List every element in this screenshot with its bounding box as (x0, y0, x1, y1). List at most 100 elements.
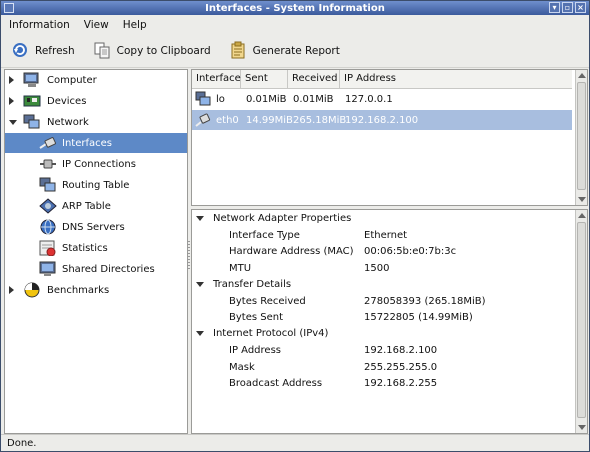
scroll-up-arrow-icon[interactable] (578, 213, 586, 218)
category-tree: Computer Devices Network Interfaces IP C… (4, 69, 188, 434)
expand-arrow-icon[interactable] (9, 286, 14, 294)
property-key: Bytes Sent (229, 312, 283, 323)
section-title: Network Adapter Properties (213, 213, 352, 224)
network-interface-icon (195, 91, 211, 110)
property-value: 15722805 (14.99MiB) (364, 312, 473, 323)
scrollbar-thumb[interactable] (577, 82, 586, 190)
tree-item-computer[interactable]: Computer (5, 70, 187, 90)
ethernet-interface-icon (195, 112, 211, 131)
tree-item-dns-servers[interactable]: DNS Servers (5, 217, 187, 237)
scrollbar-thumb[interactable] (577, 222, 586, 418)
close-button[interactable]: × (575, 2, 586, 13)
statistics-icon (39, 240, 57, 257)
cell-sent: 0.01MiB (246, 93, 287, 105)
window-menu-icon[interactable] (4, 3, 14, 13)
scroll-down-arrow-icon[interactable] (578, 197, 586, 202)
tree-item-label: DNS Servers (62, 221, 125, 233)
cell-sent: 14.99MiB (246, 114, 293, 126)
tree-item-network[interactable]: Network (5, 112, 187, 132)
devices-icon (23, 93, 41, 109)
computer-icon (23, 72, 41, 88)
copy-icon (93, 41, 111, 62)
tree-item-arp-table[interactable]: ARP Table (5, 196, 187, 216)
tree-item-label: IP Connections (62, 158, 136, 170)
section-collapse-icon[interactable] (196, 216, 204, 221)
tree-item-label: Computer (47, 74, 97, 86)
app-window: Interfaces - System Information ▾ ▫ × In… (0, 0, 590, 452)
column-header-sent[interactable]: Sent (241, 70, 288, 88)
scroll-down-arrow-icon[interactable] (578, 425, 586, 430)
menu-help[interactable]: Help (115, 19, 153, 31)
details-scrollbar[interactable] (575, 210, 587, 433)
property-key: IP Address (229, 345, 281, 356)
tree-item-label: Shared Directories (62, 263, 155, 275)
tree-item-label: Benchmarks (47, 284, 110, 296)
section-title: Internet Protocol (IPv4) (213, 328, 329, 339)
property-key: Bytes Received (229, 296, 306, 307)
cell-interface: lo (216, 93, 225, 105)
pane-resize-handle[interactable] (187, 241, 190, 271)
copy-to-clipboard-button[interactable]: Copy to Clipboard (83, 41, 219, 62)
generate-report-button[interactable]: Generate Report (219, 41, 348, 62)
shared-dirs-icon (39, 261, 57, 277)
cell-received: 265.18MiB (293, 114, 347, 126)
tree-item-devices[interactable]: Devices (5, 91, 187, 111)
property-key: MTU (229, 263, 252, 274)
tree-item-routing-table[interactable]: Routing Table (5, 175, 187, 195)
property-value: 278058393 (265.18MiB) (364, 296, 486, 307)
property-key: Broadcast Address (229, 378, 323, 389)
arp-icon (39, 198, 57, 214)
status-bar: Done. (1, 434, 589, 451)
menu-bar: Information View Help (1, 16, 589, 34)
column-header-interface[interactable]: Interface (192, 70, 241, 88)
tree-item-statistics[interactable]: Statistics (5, 238, 187, 258)
column-header-received[interactable]: Received (288, 70, 340, 88)
toolbar: Refresh Copy to Clipboard Generate Repor… (1, 35, 589, 68)
table-row[interactable]: lo 0.01MiB 0.01MiB 127.0.0.1 (192, 89, 572, 109)
refresh-button[interactable]: Refresh (1, 41, 83, 62)
connections-icon (39, 156, 57, 172)
title-bar[interactable]: Interfaces - System Information ▾ ▫ × (1, 1, 589, 15)
tree-item-shared-directories[interactable]: Shared Directories (5, 259, 187, 279)
network-icon (23, 114, 41, 130)
property-key: Interface Type (229, 230, 300, 241)
expand-arrow-icon[interactable] (9, 97, 14, 105)
property-value: 255.255.255.0 (364, 362, 438, 373)
section-collapse-icon[interactable] (196, 331, 204, 336)
tree-item-label: Interfaces (62, 137, 112, 149)
benchmarks-icon (23, 282, 41, 298)
cell-ip-address: 127.0.0.1 (345, 93, 393, 105)
tree-item-label: Routing Table (62, 179, 130, 191)
cell-ip-address: 192.168.2.100 (345, 114, 419, 126)
refresh-label: Refresh (35, 45, 75, 57)
property-value: Ethernet (364, 230, 408, 241)
report-label: Generate Report (252, 45, 340, 57)
table-row[interactable]: eth0 14.99MiB 265.18MiB 192.168.2.100 (192, 110, 572, 130)
column-header-ip-address[interactable]: IP Address (340, 70, 572, 88)
scroll-up-arrow-icon[interactable] (578, 73, 586, 78)
minimize-button[interactable]: ▾ (549, 2, 560, 13)
routing-icon (39, 177, 57, 193)
tree-item-benchmarks[interactable]: Benchmarks (5, 280, 187, 300)
section-collapse-icon[interactable] (196, 282, 204, 287)
menu-information[interactable]: Information (1, 19, 76, 31)
details-pane: Network Adapter Properties Interface Typ… (191, 209, 588, 434)
dns-icon (39, 219, 57, 235)
property-value: 00:06:5b:e0:7b:3c (364, 246, 457, 257)
collapse-arrow-icon[interactable] (9, 119, 17, 125)
tree-item-label: Devices (47, 95, 87, 107)
menu-view[interactable]: View (76, 19, 115, 31)
refresh-icon (11, 41, 29, 62)
tree-item-ip-connections[interactable]: IP Connections (5, 154, 187, 174)
table-header: Interface Sent Received IP Address (192, 70, 572, 89)
copy-label: Copy to Clipboard (116, 45, 211, 57)
maximize-button[interactable]: ▫ (562, 2, 573, 13)
table-scrollbar[interactable] (575, 70, 587, 205)
property-value: 192.168.2.255 (364, 378, 438, 389)
expand-arrow-icon[interactable] (9, 76, 14, 84)
property-key: Hardware Address (MAC) (229, 246, 354, 257)
status-text: Done. (7, 437, 37, 449)
cell-received: 0.01MiB (293, 93, 334, 105)
tree-item-interfaces[interactable]: Interfaces (5, 133, 187, 153)
window-title: Interfaces - System Information (205, 2, 385, 14)
